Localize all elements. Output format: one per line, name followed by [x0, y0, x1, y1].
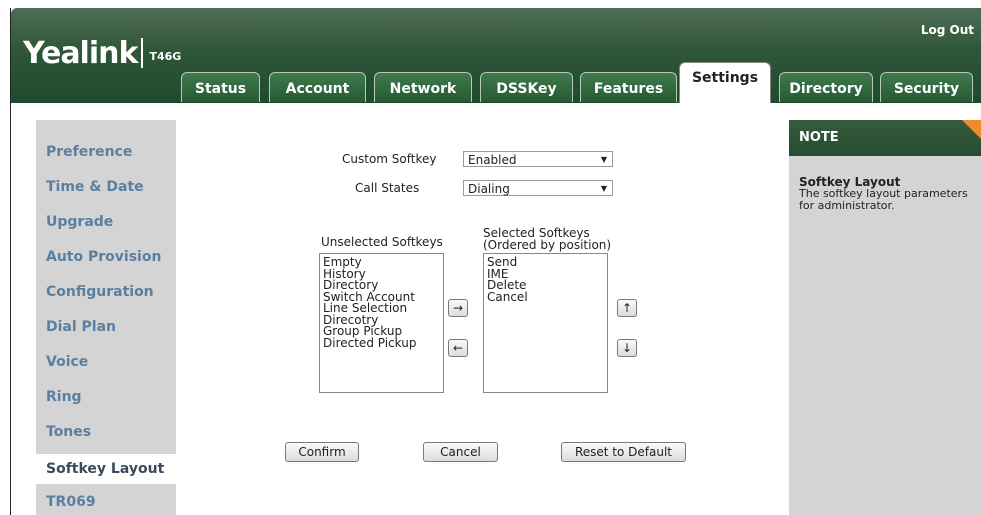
main-content: Preference Time & Date Upgrade Auto Prov… — [11, 103, 981, 515]
arrow-right-icon: → — [452, 301, 464, 315]
sidebar-item-dial-plan[interactable]: Dial Plan — [46, 319, 116, 335]
tab-dsskey[interactable]: DSSKey — [480, 72, 573, 102]
sidebar-item-tr069[interactable]: TR069 — [46, 494, 96, 510]
cancel-button[interactable]: Cancel — [423, 442, 498, 462]
arrow-down-icon: ↓ — [621, 341, 633, 355]
chevron-down-icon: ▼ — [600, 184, 607, 193]
model-name: T46G — [149, 50, 182, 63]
note-panel: NOTE Softkey Layout The softkey layout p… — [789, 120, 981, 515]
yealink-logo: Yealink T46G — [23, 36, 181, 71]
sidebar-item-tones[interactable]: Tones — [46, 424, 91, 440]
note-text: The softkey layout parameters for admini… — [799, 187, 968, 212]
logout-link[interactable]: Log Out — [921, 23, 974, 37]
chevron-down-icon: ▼ — [600, 155, 607, 164]
unselected-softkeys-list[interactable]: Empty History Directory Switch Account L… — [319, 253, 444, 393]
arrow-up-icon: ↑ — [621, 301, 633, 315]
tab-features[interactable]: Features — [580, 72, 677, 102]
call-states-value: Dialing — [468, 182, 510, 196]
sidebar-item-upgrade[interactable]: Upgrade — [46, 214, 113, 230]
sidebar: Preference Time & Date Upgrade Auto Prov… — [36, 120, 186, 515]
call-states-select[interactable]: Dialing ▼ — [463, 180, 613, 196]
custom-softkey-select[interactable]: Enabled ▼ — [463, 151, 613, 167]
custom-softkey-value: Enabled — [468, 153, 517, 167]
sidebar-item-auto-provision[interactable]: Auto Provision — [46, 249, 161, 265]
selected-softkeys-list[interactable]: Send IME Delete Cancel — [483, 253, 608, 393]
browser-frame: Yealink T46G Log Out Status Account Netwo… — [10, 8, 981, 515]
sidebar-item-voice[interactable]: Voice — [46, 354, 88, 370]
unselected-softkeys-label: Unselected Softkeys — [321, 235, 443, 249]
sidebar-item-configuration[interactable]: Configuration — [46, 284, 154, 300]
tab-status[interactable]: Status — [181, 72, 260, 102]
move-down-button[interactable]: ↓ — [617, 339, 637, 357]
move-right-button[interactable]: → — [448, 299, 468, 317]
tab-account[interactable]: Account — [269, 72, 366, 102]
list-item[interactable]: Cancel — [487, 291, 607, 304]
note-corner-decoration — [962, 120, 981, 140]
selected-softkeys-label-line2: (Ordered by position) — [483, 238, 612, 252]
reset-to-default-button[interactable]: Reset to Default — [561, 442, 686, 462]
tab-security[interactable]: Security — [880, 72, 973, 102]
tab-network[interactable]: Network — [374, 72, 472, 102]
page-header: Yealink T46G Log Out Status Account Netwo… — [11, 8, 981, 104]
tab-settings[interactable]: Settings — [679, 62, 771, 104]
tab-directory[interactable]: Directory — [779, 72, 873, 102]
arrow-left-icon: ← — [452, 341, 464, 355]
sidebar-item-softkey-layout[interactable]: Softkey Layout — [36, 454, 186, 484]
confirm-button[interactable]: Confirm — [285, 442, 359, 462]
selected-softkeys-label: Selected Softkeys (Ordered by position) — [483, 227, 611, 251]
move-up-button[interactable]: ↑ — [617, 299, 637, 317]
sidebar-item-preference[interactable]: Preference — [46, 144, 132, 160]
sidebar-item-time-date[interactable]: Time & Date — [46, 179, 144, 195]
list-item[interactable]: Directed Pickup — [323, 337, 443, 350]
note-heading: NOTE — [789, 120, 981, 156]
logo-divider — [141, 38, 144, 68]
sidebar-item-ring[interactable]: Ring — [46, 389, 82, 405]
call-states-label: Call States — [355, 181, 420, 195]
custom-softkey-label: Custom Softkey — [342, 152, 437, 166]
move-left-button[interactable]: ← — [448, 339, 468, 357]
brand-name: Yealink — [23, 36, 138, 71]
